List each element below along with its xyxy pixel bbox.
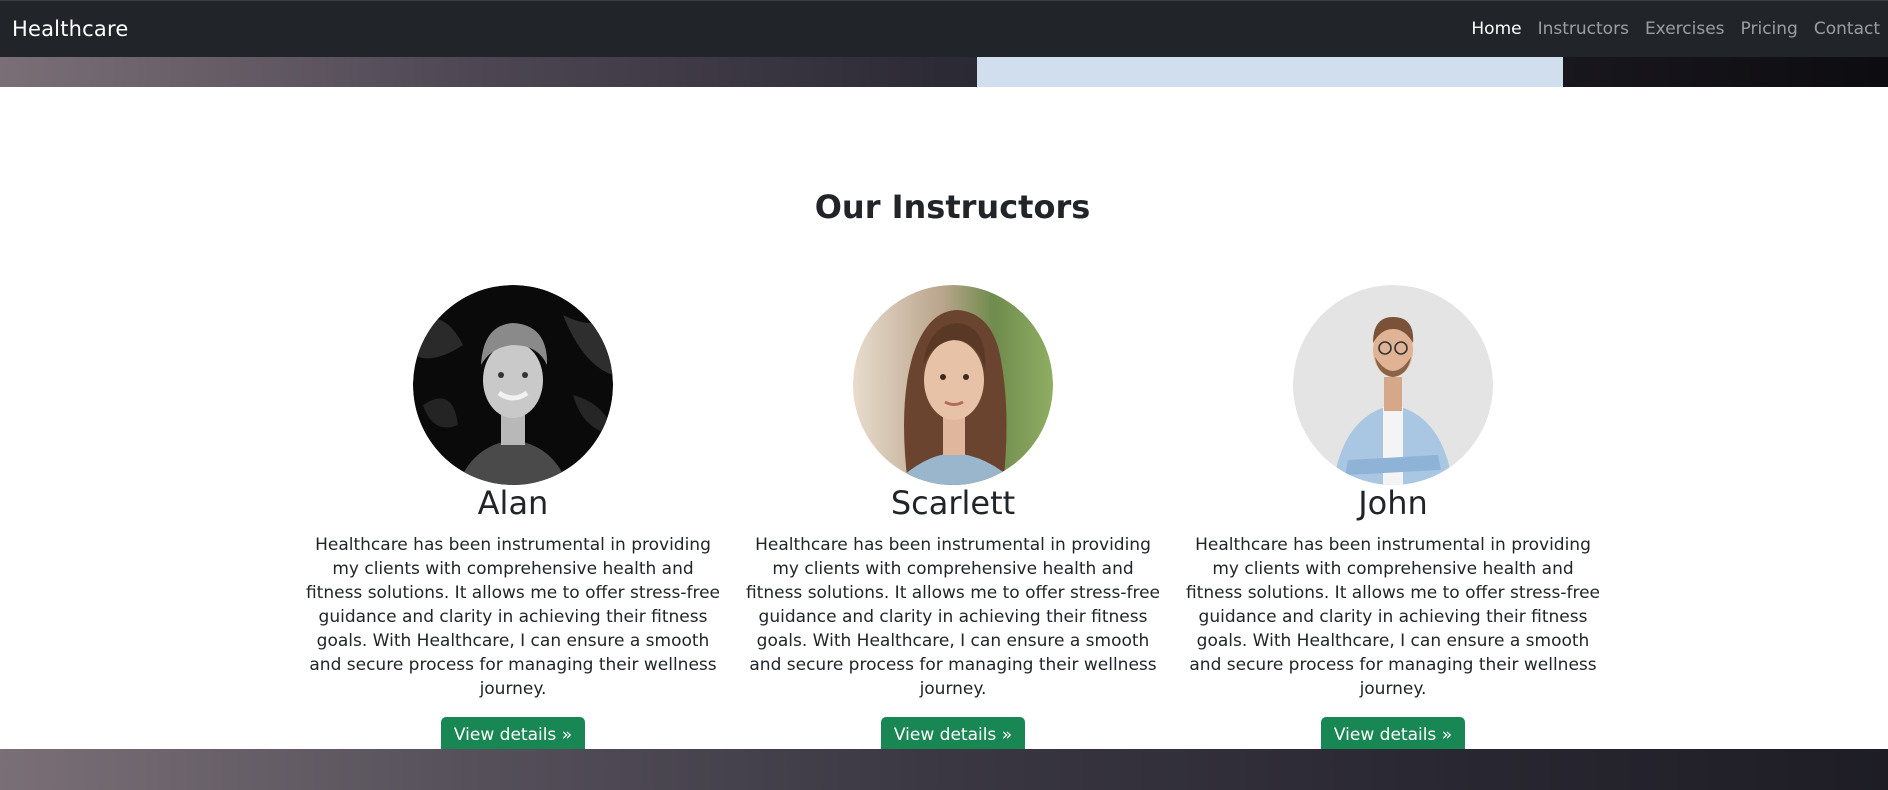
instructor-name: Alan <box>477 484 549 522</box>
instructor-photo-john <box>1293 285 1493 485</box>
instructor-card-john: John Healthcare has been instrumental in… <box>1183 285 1603 754</box>
instructor-description: Healthcare has been instrumental in prov… <box>305 535 721 699</box>
nav-exercises-link[interactable]: Exercises <box>1637 19 1733 39</box>
hero-carousel-panel <box>977 57 1563 87</box>
top-navbar: Healthcare Home Instructors Exercises Pr… <box>0 0 1888 57</box>
instructor-photo-alan <box>413 285 613 485</box>
nav-instructors-link[interactable]: Instructors <box>1530 19 1637 39</box>
instructor-name: Scarlett <box>890 484 1016 522</box>
section-title: Our Instructors <box>814 188 1091 226</box>
instructor-name: John <box>1358 484 1428 522</box>
footer-strip <box>0 749 1888 790</box>
instructor-card-scarlett: Scarlett Healthcare has been instrumenta… <box>743 285 1163 754</box>
instructor-description: Healthcare has been instrumental in prov… <box>745 535 1161 699</box>
nav-home-link[interactable]: Home <box>1463 19 1529 39</box>
instructor-card-alan: Alan Healthcare has been instrumental in… <box>303 285 723 754</box>
instructor-photo-scarlett <box>853 285 1053 485</box>
brand-logo-link[interactable]: Healthcare <box>12 17 128 41</box>
main-nav: Home Instructors Exercises Pricing Conta… <box>1463 19 1888 39</box>
nav-contact-link[interactable]: Contact <box>1806 19 1888 39</box>
nav-pricing-link[interactable]: Pricing <box>1733 19 1806 39</box>
instructor-description: Healthcare has been instrumental in prov… <box>1185 535 1601 699</box>
hero-carousel-strip <box>0 57 1888 87</box>
